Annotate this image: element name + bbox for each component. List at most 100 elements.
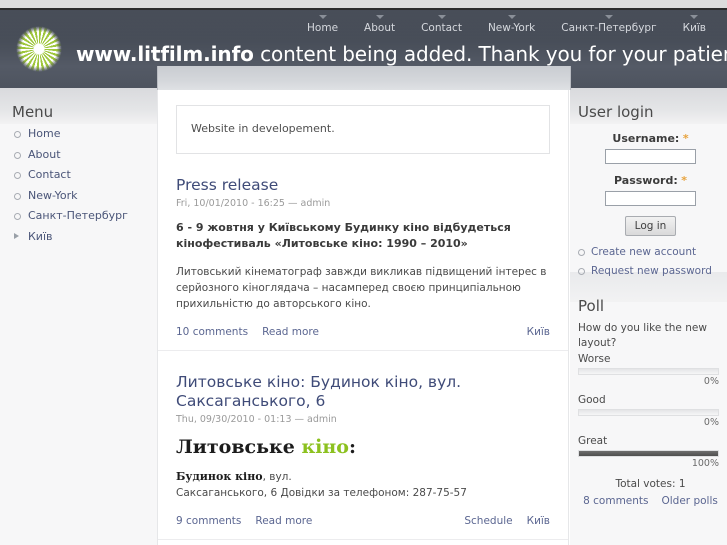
post-lead-line2: кінофестиваль «Литовське кіно: 1990 – 20… xyxy=(176,237,468,250)
post-title: Литовське кіно: Будинок кіно, вул. Сакса… xyxy=(176,373,550,411)
poll-option-worse: Worse 0% xyxy=(578,353,723,387)
circle-bullet-icon xyxy=(14,151,21,159)
poll-block: Poll How do you like the new layout? Wor… xyxy=(578,284,723,507)
request-new-password-link[interactable]: Request new password xyxy=(591,265,712,277)
nav-item-kyiv[interactable]: Київ xyxy=(670,15,719,34)
circle-bullet-icon xyxy=(14,172,21,179)
poll-percent-label: 100% xyxy=(691,458,719,469)
sidebar-item-about[interactable]: About xyxy=(12,148,152,161)
triangle-marker-icon xyxy=(690,15,699,19)
sidebar-item-kyiv[interactable]: Київ xyxy=(12,230,152,243)
triangle-bullet-icon xyxy=(14,232,19,239)
sidebar-item-label[interactable]: New-York xyxy=(28,189,78,202)
nav-item-new-york[interactable]: New-York xyxy=(475,15,548,34)
nav-item-label: Contact xyxy=(421,22,462,34)
post-title: Press release xyxy=(176,176,550,195)
poll-option-good: Good 0% xyxy=(578,394,723,428)
post-lithuanian-cinema-venue: Литовське кіно: Будинок кіно, вул. Сакса… xyxy=(158,373,568,540)
poll-links: 8 comments Older polls xyxy=(578,495,723,507)
sidebar-item-label[interactable]: About xyxy=(28,148,61,161)
user-login-block: User login Username: * Password: * Log i… xyxy=(578,88,723,277)
post-links: 10 comments Read more Київ xyxy=(176,326,550,350)
poll-option-great: Great 100% xyxy=(578,435,723,469)
post-comments-link[interactable]: 9 comments xyxy=(176,515,241,527)
post-submitted: Fri, 10/01/2010 - 16:25 — admin xyxy=(176,198,331,209)
sidebar-item-home[interactable]: Home xyxy=(12,128,152,140)
request-new-password-item[interactable]: Request new password xyxy=(578,265,723,277)
post-address-line1: Будинок кіно, вул. xyxy=(176,469,550,485)
poll-comments-link[interactable]: 8 comments xyxy=(583,495,648,507)
post-comments-link[interactable]: 10 comments xyxy=(176,326,248,338)
post-body: Литовський кінематограф завжди викликав … xyxy=(176,266,547,310)
circle-bullet-icon xyxy=(14,192,21,200)
content-column-top-shell xyxy=(157,66,571,90)
post-address-venue-rest: , вул. xyxy=(262,471,292,483)
older-polls-link[interactable]: Older polls xyxy=(662,495,718,507)
create-new-account-item[interactable]: Create new account xyxy=(578,246,723,258)
nav-item-about[interactable]: About xyxy=(351,15,408,34)
sidebar-item-label[interactable]: Home xyxy=(28,127,60,140)
post-title-link[interactable]: Литовське кіно: Будинок кіно, вул. Сакса… xyxy=(176,373,461,410)
circle-bullet-icon xyxy=(14,213,21,220)
page-root: Home About Contact New-York Санкт-Петерб… xyxy=(0,0,727,545)
primary-navigation[interactable]: Home About Contact New-York Санкт-Петерб… xyxy=(294,15,719,34)
required-marker: * xyxy=(681,174,687,187)
site-name-rest: content being added. Thank you for your … xyxy=(253,42,727,66)
poll-question: How do you like the new layout? xyxy=(578,322,707,349)
poll-bar-track xyxy=(578,450,719,457)
triangle-marker-icon xyxy=(604,15,613,19)
site-name: www.litfilm.info content being added. Th… xyxy=(76,42,727,66)
post-links: 9 comments Read more Schedule Київ xyxy=(176,515,550,539)
site-notice: Website in developement. xyxy=(176,105,550,154)
serif-heading-pre: Литовське xyxy=(176,436,302,458)
post-address-line2: Саксаганського, 6 Довідки за телефоном: … xyxy=(176,487,467,499)
serif-heading-highlight: кіно xyxy=(301,436,349,458)
poll-bar-fill xyxy=(579,451,718,456)
poll-title: Poll xyxy=(578,297,605,315)
triangle-marker-icon xyxy=(507,15,516,19)
triangle-marker-icon xyxy=(318,15,327,19)
sidebar-item-label[interactable]: Київ xyxy=(28,230,53,243)
nav-item-label: About xyxy=(364,22,396,34)
post-tag-link[interactable]: Київ xyxy=(527,515,550,527)
triangle-marker-icon xyxy=(375,15,384,19)
triangle-marker-icon xyxy=(437,15,446,19)
poll-bar-track xyxy=(578,409,719,416)
sidebar-item-contact[interactable]: Contact xyxy=(12,169,152,181)
poll-option-label: Good xyxy=(578,394,606,406)
poll-bar-track xyxy=(578,368,719,375)
username-label: Username: xyxy=(612,132,680,145)
poll-option-label: Great xyxy=(578,435,608,447)
post-tags: Київ xyxy=(513,326,550,338)
sidebar-item-label[interactable]: Contact xyxy=(28,168,71,181)
nav-item-label: Санкт-Петербург xyxy=(561,22,657,34)
password-label: Password: xyxy=(614,174,678,187)
post-tags: Schedule Київ xyxy=(450,515,550,527)
user-login-title: User login xyxy=(578,103,654,121)
password-input[interactable] xyxy=(605,191,696,206)
post-tag-link[interactable]: Київ xyxy=(527,326,550,338)
menu-block-title: Menu xyxy=(12,103,54,121)
nav-item-label: Home xyxy=(307,22,339,34)
main-content: Website in developement. Press release F… xyxy=(158,88,568,545)
circle-bullet-icon xyxy=(578,268,585,275)
nav-item-contact[interactable]: Contact xyxy=(408,15,475,34)
circle-bullet-icon xyxy=(14,131,21,138)
post-tag-link[interactable]: Schedule xyxy=(464,515,512,527)
nav-item-label: New-York xyxy=(487,22,536,34)
post-serif-heading: Литовське кіно: xyxy=(176,436,550,458)
create-new-account-link[interactable]: Create new account xyxy=(591,246,696,258)
post-submitted: Thu, 09/30/2010 - 01:13 — admin xyxy=(176,414,337,425)
post-address-venue: Будинок кіно xyxy=(176,470,263,483)
post-read-more-link[interactable]: Read more xyxy=(262,326,319,338)
post-read-more-link[interactable]: Read more xyxy=(255,515,312,527)
nav-item-sankt-peterburg[interactable]: Санкт-Петербург xyxy=(548,15,669,34)
username-input[interactable] xyxy=(605,149,696,164)
site-logo-icon[interactable] xyxy=(14,22,64,76)
sidebar-item-label[interactable]: Санкт-Петербург xyxy=(28,209,128,222)
post-title-link[interactable]: Press release xyxy=(176,176,278,194)
sidebar-item-sankt-peterburg[interactable]: Санкт-Петербург xyxy=(12,210,152,222)
sidebar-item-new-york[interactable]: New-York xyxy=(12,189,152,202)
nav-item-home[interactable]: Home xyxy=(294,15,351,34)
log-in-button[interactable]: Log in xyxy=(624,216,677,236)
